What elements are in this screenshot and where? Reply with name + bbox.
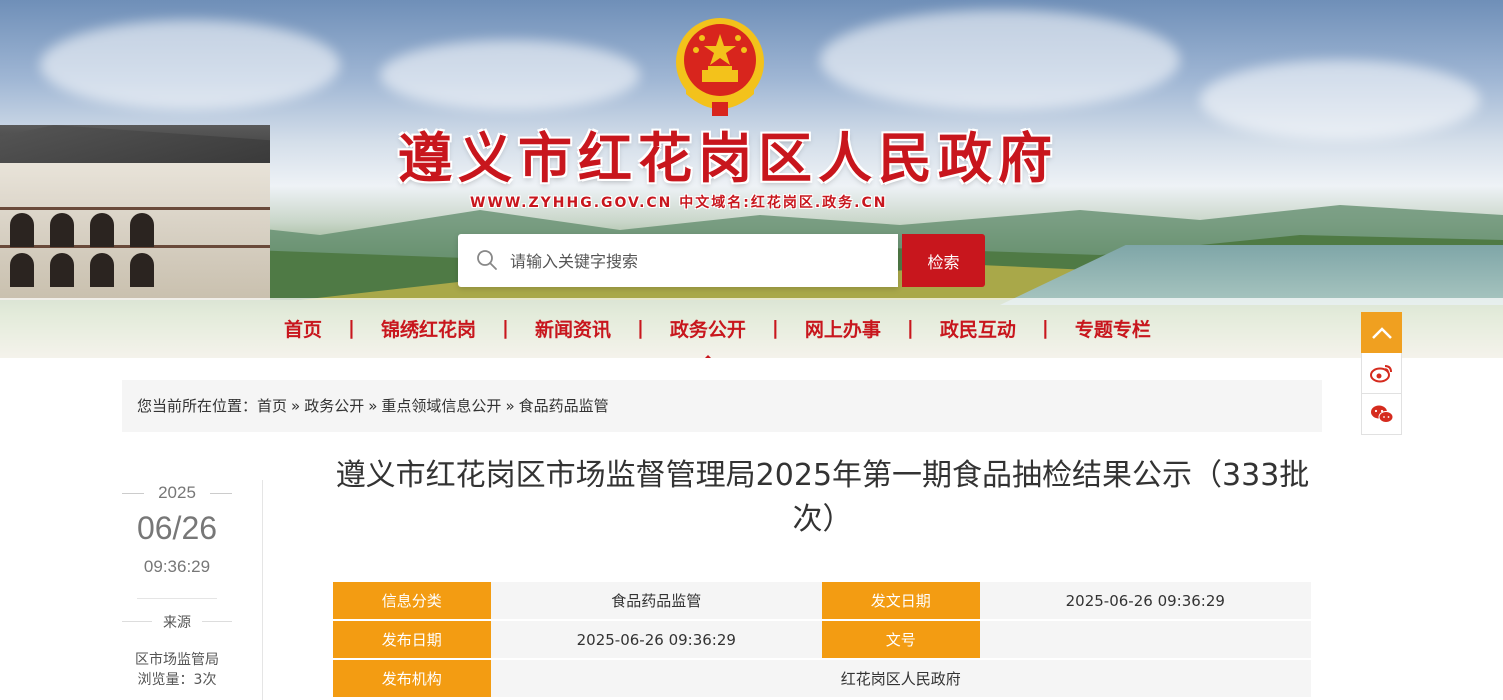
site-title: 遵义市红花岗区人民政府 xyxy=(398,126,1058,190)
doc-number-value xyxy=(979,621,1311,658)
source-value: 区市场监管局 xyxy=(135,652,219,668)
publisher-value: 红花岗区人民政府 xyxy=(490,660,1311,697)
table-row: 发布日期 2025-06-26 09:36:29 文号 xyxy=(333,621,1311,658)
view-count: 浏览量：3次 xyxy=(137,672,217,688)
breadcrumb-separator: » xyxy=(505,397,515,415)
banner-building xyxy=(0,125,270,300)
national-emblem-icon xyxy=(676,18,764,116)
publisher-label: 发布机构 xyxy=(333,660,491,697)
breadcrumb-link-key-areas[interactable]: 重点领域信息公开 xyxy=(381,397,501,415)
main-nav: 首页 | 锦绣红花岗 | 新闻资讯 | 政务公开 | 网上办事 | 政民互动 | 专题专栏 xyxy=(0,298,1503,358)
search-button[interactable]: 检索 xyxy=(902,234,985,287)
publish-date-value: 2025-06-26 09:36:29 xyxy=(490,621,822,658)
breadcrumb-separator: » xyxy=(368,397,378,415)
breadcrumb-link-gov-open[interactable]: 政务公开 xyxy=(304,397,364,415)
divider xyxy=(202,621,232,622)
banner-cloud xyxy=(1200,60,1480,140)
search-box xyxy=(458,234,898,289)
table-row: 发布机构 红花岗区人民政府 xyxy=(333,660,1311,697)
float-toolbar xyxy=(1361,312,1402,435)
source-label: 来源 xyxy=(163,615,191,631)
issue-date-value: 2025-06-26 09:36:29 xyxy=(979,582,1311,619)
nav-separator: | xyxy=(636,317,644,339)
breadcrumb-prefix: 您当前所在位置： xyxy=(137,397,258,415)
nav-item-news[interactable]: 新闻资讯 xyxy=(521,315,625,342)
nav-item-home[interactable]: 首页 xyxy=(270,315,336,342)
site-domain: WWW.ZYHHG.GOV.CN 中文域名:红花岗区.政务.CN xyxy=(470,195,888,211)
article-title: 遵义市红花岗区市场监督管理局2025年第一期食品抽检结果公示（333批次） xyxy=(335,458,1310,537)
header-banner: 遵义市红花岗区人民政府 WWW.ZYHHG.GOV.CN 中文域名:红花岗区.政… xyxy=(0,0,1503,358)
article-info-table: 信息分类 食品药品监管 发文日期 2025-06-26 09:36:29 发布日… xyxy=(333,580,1311,699)
banner-cloud xyxy=(380,40,640,110)
nav-item-topics[interactable]: 专题专栏 xyxy=(1061,315,1165,342)
nav-separator: | xyxy=(501,317,509,339)
divider xyxy=(210,493,232,494)
doc-number-label: 文号 xyxy=(821,621,980,658)
chevron-up-icon xyxy=(1371,326,1392,339)
article-meta-column: 2025 06/26 09:36:29 来源 区市场监管局 浏览量：3次 xyxy=(122,480,263,700)
banner-cloud xyxy=(40,20,340,110)
publish-date-label: 发布日期 xyxy=(333,621,491,658)
breadcrumb-link-food-drug[interactable]: 食品药品监管 xyxy=(519,397,609,415)
table-row: 信息分类 食品药品监管 发文日期 2025-06-26 09:36:29 xyxy=(333,582,1311,619)
banner-cloud xyxy=(820,10,1180,110)
nav-item-gov-open[interactable]: 政务公开 xyxy=(656,315,760,358)
nav-item-interaction[interactable]: 政民互动 xyxy=(926,315,1030,342)
publish-month-day: 06/26 xyxy=(136,510,218,546)
publish-time: 09:36:29 xyxy=(143,557,211,576)
weibo-icon xyxy=(1369,365,1392,383)
divider xyxy=(137,598,217,599)
wechat-share-button[interactable] xyxy=(1361,394,1402,435)
category-label: 信息分类 xyxy=(333,582,491,619)
search-icon xyxy=(477,250,497,270)
nav-separator: | xyxy=(348,317,355,339)
nav-item-online-service[interactable]: 网上办事 xyxy=(791,315,895,342)
nav-item-jinxiu[interactable]: 锦绣红花岗 xyxy=(367,315,490,342)
breadcrumb-separator: » xyxy=(291,397,301,415)
search-input[interactable] xyxy=(508,234,892,289)
nav-separator: | xyxy=(1041,317,1049,339)
breadcrumb-link-home[interactable]: 首页 xyxy=(257,397,287,415)
breadcrumb: 您当前所在位置：首页» 政务公开» 重点领域信息公开» 食品药品监管 xyxy=(122,380,1322,432)
back-to-top-button[interactable] xyxy=(1361,312,1402,353)
category-value: 食品药品监管 xyxy=(490,582,822,619)
weibo-share-button[interactable] xyxy=(1361,353,1402,394)
wechat-icon xyxy=(1370,405,1393,423)
nav-separator: | xyxy=(771,317,779,339)
issue-date-label: 发文日期 xyxy=(821,582,980,619)
nav-separator: | xyxy=(906,317,914,339)
